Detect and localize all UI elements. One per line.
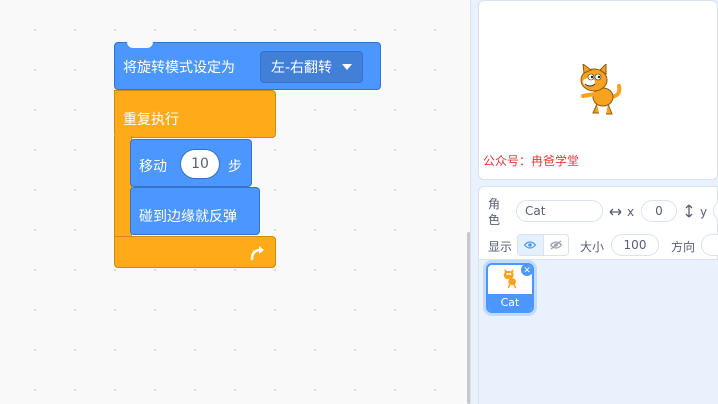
sprite-tile-cat[interactable]: Cat ✕ (486, 263, 534, 313)
hide-button[interactable] (542, 235, 568, 255)
watermark-text: 公众号：冉爸学堂 (483, 154, 580, 168)
block-notch (127, 42, 153, 48)
chevron-down-icon (342, 63, 353, 70)
direction-input[interactable] (701, 234, 718, 256)
show-label: 显示 (488, 240, 513, 254)
y-label: y (700, 205, 708, 219)
rotation-style-dropdown[interactable]: 左-右翻转 (260, 51, 364, 83)
set-rotation-style-block[interactable]: 将旋转模式设定为 左-右翻转 (114, 42, 381, 90)
vertical-arrows-icon (685, 204, 693, 218)
eye-slash-icon (549, 240, 562, 250)
y-position-input[interactable] (713, 200, 718, 222)
forever-label: 重复执行 (123, 112, 179, 128)
move-steps-input[interactable]: 10 (180, 149, 220, 179)
horizontal-arrows-icon (609, 208, 622, 216)
size-label: 大小 (580, 240, 605, 254)
sprite-label: 角色 (488, 197, 501, 227)
panel-divider (470, 0, 478, 404)
size-input[interactable]: 100 (611, 234, 659, 256)
sprite-info-panel: 角色 Cat x 0 y 显示 大小 100 方向 (478, 186, 718, 260)
sprite-tile-name: Cat (488, 294, 532, 311)
rotation-style-value: 左-右翻转 (271, 60, 333, 76)
move-steps-value: 10 (191, 156, 209, 172)
loop-arrow-icon (250, 246, 264, 261)
move-steps-block[interactable]: 移动 10 步 (130, 139, 252, 187)
bounce-on-edge-block[interactable]: 碰到边缘就反弹 (130, 187, 260, 235)
direction-label: 方向 (671, 240, 696, 254)
stage[interactable]: 公众号：冉爸学堂 (478, 0, 718, 180)
forever-block-bottom[interactable] (114, 236, 276, 268)
move-label: 移动 (139, 159, 167, 175)
steps-unit-label: 步 (228, 159, 242, 175)
size-value: 100 (623, 238, 647, 252)
cat-sprite-icon[interactable] (575, 64, 625, 116)
cat-thumbnail-icon (503, 269, 517, 289)
sprite-name-input[interactable]: Cat (516, 200, 603, 222)
x-value: 0 (655, 204, 663, 218)
bounce-label: 碰到边缘就反弹 (139, 209, 237, 225)
forever-block-top[interactable]: 重复执行 (114, 90, 276, 138)
code-area[interactable]: 将旋转模式设定为 左-右翻转 重复执行 移动 10 步 碰到边缘就反弹 (0, 0, 470, 404)
x-position-input[interactable]: 0 (641, 200, 677, 222)
sprite-list: Cat ✕ (478, 260, 718, 404)
show-button[interactable] (518, 235, 543, 255)
delete-sprite-button[interactable]: ✕ (520, 265, 532, 277)
sprite-name-value: Cat (525, 204, 546, 218)
eye-icon (524, 241, 537, 249)
x-label: x (627, 205, 635, 219)
visibility-toggle (517, 234, 569, 256)
set-rotation-label: 将旋转模式设定为 (123, 60, 235, 76)
